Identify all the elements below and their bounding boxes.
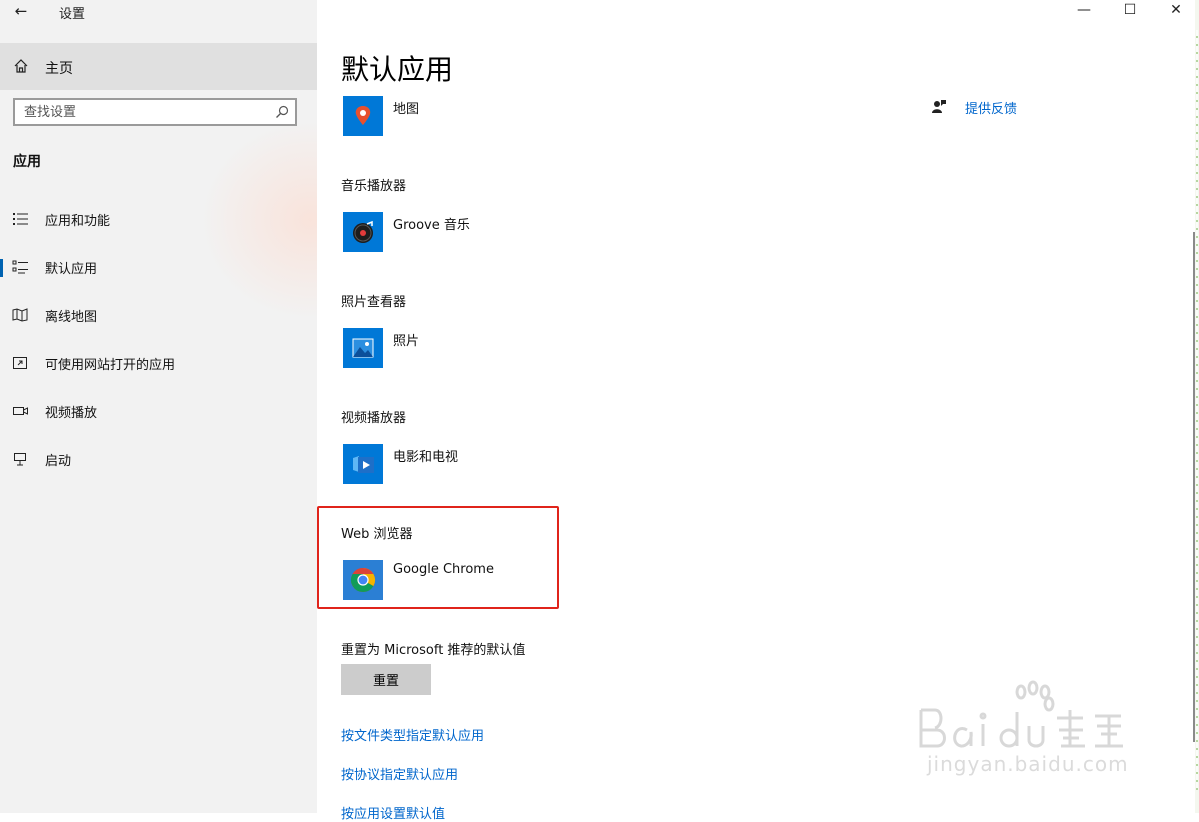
sidebar-item-label: 默认应用: [45, 262, 98, 277]
app-name[interactable]: 电影和电视: [393, 446, 458, 465]
back-button[interactable]: ←: [10, 1, 32, 21]
page-title: 默认应用: [341, 53, 454, 86]
maps-app-tile[interactable]: [343, 96, 383, 136]
movies-tv-icon: [343, 444, 383, 484]
video-icon: [13, 407, 28, 415]
category-label: 音乐播放器: [341, 179, 407, 194]
title-bar: ← 设置: [0, 0, 317, 22]
home-icon: [14, 59, 28, 73]
chrome-app-tile[interactable]: [343, 560, 383, 600]
app-name[interactable]: Groove 音乐: [393, 214, 470, 233]
sidebar-item-home[interactable]: 主页: [0, 43, 317, 90]
search-input[interactable]: [15, 100, 264, 124]
watermark-text: jingyan.baidu.com: [927, 752, 1129, 776]
groove-app-tile[interactable]: [343, 212, 383, 252]
window-edge: [1195, 0, 1199, 813]
sidebar-item-label: 启动: [45, 454, 72, 469]
baidu-logo-icon: [919, 680, 1123, 748]
sidebar-item-label: 可使用网站打开的应用: [45, 358, 176, 373]
section-title: 应用: [13, 154, 41, 170]
default-apps-icon: [12, 260, 28, 274]
sidebar-item-label: 离线地图: [45, 310, 98, 325]
window-title: 设置: [59, 7, 86, 22]
sidebar-item-startup[interactable]: 启动: [0, 439, 317, 479]
startup-icon: [14, 453, 26, 466]
category-label: 视频播放器: [341, 411, 407, 426]
maps-app-icon: [343, 96, 383, 136]
app-name[interactable]: 照片: [393, 330, 419, 349]
photos-app-icon: [343, 328, 383, 368]
sidebar-item-websites[interactable]: 可使用网站打开的应用: [0, 343, 317, 383]
sidebar-item-offline-maps[interactable]: 离线地图: [0, 295, 317, 335]
sidebar-item-label: 应用和功能: [45, 214, 111, 229]
watermark: jingyan.baidu.com: [917, 680, 1197, 800]
app-name[interactable]: 地图: [393, 98, 419, 117]
chrome-icon: [343, 560, 383, 600]
app-name[interactable]: Google Chrome: [393, 562, 494, 577]
sidebar-item-default-apps[interactable]: 默认应用: [0, 247, 317, 287]
sidebar-item-label: 视频播放: [45, 406, 98, 421]
maximize-button[interactable]: ☐: [1107, 0, 1153, 22]
minimize-button[interactable]: —: [1061, 0, 1107, 22]
search-icon[interactable]: [275, 105, 289, 119]
photos-app-tile[interactable]: [343, 328, 383, 368]
movies-app-tile[interactable]: [343, 444, 383, 484]
feedback-label[interactable]: 提供反馈: [965, 98, 1017, 117]
website-app-icon: [13, 357, 27, 369]
sidebar-item-label: 主页: [45, 61, 73, 77]
sidebar-item-apps-features[interactable]: 应用和功能: [0, 199, 317, 239]
category-label: Web 浏览器: [341, 527, 413, 542]
link-by-protocol[interactable]: 按协议指定默认应用: [341, 764, 458, 783]
list-icon: [13, 213, 28, 225]
sidebar: ← 设置 主页 应用 应用和功能 默认应用 离线地图: [0, 0, 317, 813]
category-label: 照片查看器: [341, 295, 407, 310]
groove-music-icon: [343, 212, 383, 252]
search-box[interactable]: [13, 98, 297, 126]
reset-button[interactable]: 重置: [341, 664, 431, 695]
main-content: — ☐ ✕ 默认应用 提供反馈 地图 音乐播放器 Groove 音乐 照片查看器…: [317, 0, 1199, 822]
feedback-icon: [932, 100, 946, 113]
reset-label: 重置为 Microsoft 推荐的默认值: [341, 643, 526, 658]
map-icon: [12, 308, 28, 322]
sidebar-item-video-playback[interactable]: 视频播放: [0, 391, 317, 431]
close-button[interactable]: ✕: [1153, 0, 1199, 22]
link-by-file-type[interactable]: 按文件类型指定默认应用: [341, 725, 484, 744]
